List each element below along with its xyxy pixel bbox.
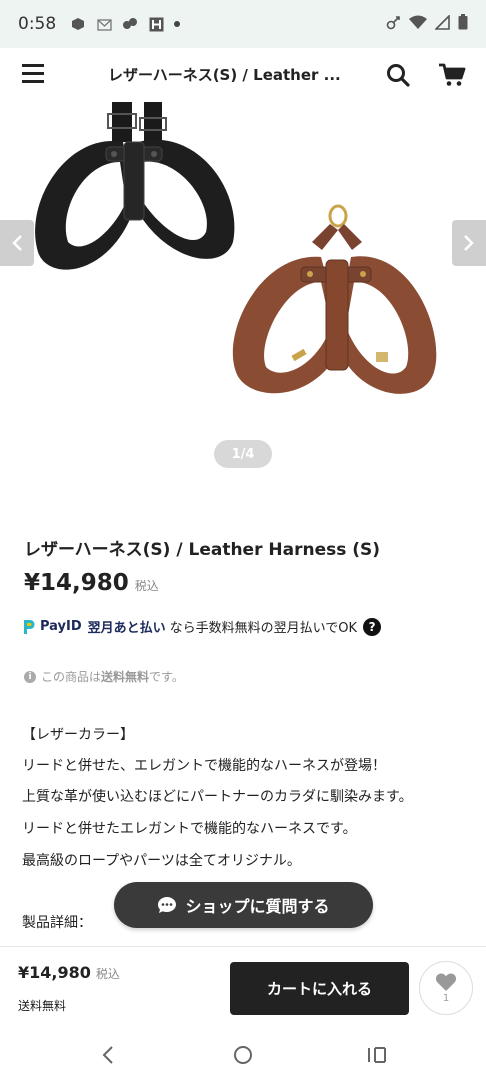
- payid-brand: PayID: [40, 619, 82, 634]
- purchase-bar: ¥14,980 税込 送料無料 カートに入れる 1: [0, 946, 486, 1030]
- chevron-right-icon: [464, 235, 474, 251]
- brown-harness-image: [232, 204, 437, 394]
- description-line: 上質な革が使い込むほどにパートナーのカラダに馴染みます。: [22, 789, 413, 805]
- price-row: ¥14,980 税込: [24, 570, 159, 596]
- description-line: リードと併せた、エレガントで機能的なハーネスが登場！: [22, 758, 386, 774]
- cart-icon[interactable]: [438, 62, 466, 88]
- product-image-carousel[interactable]: 1/4: [0, 102, 486, 482]
- page-title: レザーハーネス(S) / Leather ...: [108, 66, 341, 84]
- tax-label: 税込: [134, 579, 159, 593]
- system-navigation-bar: [0, 1030, 486, 1080]
- wifi-icon: [409, 15, 427, 34]
- bottom-tax-label: 税込: [95, 967, 120, 981]
- carousel-pager: 1/4: [214, 440, 272, 468]
- more-notifications-icon: [174, 21, 181, 27]
- app-h-icon: [148, 16, 164, 32]
- search-icon[interactable]: [385, 62, 411, 88]
- battery-icon: [458, 14, 468, 34]
- shipping-note-prefix: この商品は: [41, 670, 102, 684]
- heart-icon: [435, 973, 457, 991]
- favorite-button[interactable]: 1: [419, 961, 473, 1015]
- app-icon: [122, 16, 138, 32]
- signal-icon: [434, 13, 450, 34]
- favorite-count: 1: [442, 993, 450, 1004]
- link-icon: [386, 15, 401, 34]
- help-icon[interactable]: ?: [363, 617, 382, 636]
- chevron-left-icon: [12, 235, 22, 251]
- payid-logo-icon: [22, 619, 36, 635]
- status-bar: 0:58: [0, 0, 486, 48]
- app-header: レザーハーネス(S) / Leather ...: [0, 48, 486, 102]
- ask-shop-button[interactable]: ショップに質問する: [114, 882, 373, 928]
- description-line: 【レザーカラー】: [22, 727, 134, 743]
- home-icon[interactable]: [230, 1042, 256, 1068]
- chat-bubble-icon: [158, 897, 177, 913]
- description-line: 製品詳細：: [22, 915, 92, 931]
- hamburger-icon[interactable]: [22, 64, 44, 84]
- bottom-price: ¥14,980: [18, 963, 91, 982]
- product-title: レザーハーネス(S) / Leather Harness (S): [24, 540, 381, 560]
- shipping-note-emphasis: 送料無料: [101, 670, 150, 684]
- bottom-price-row: ¥14,980 税込: [18, 963, 120, 982]
- product-price: ¥14,980: [24, 570, 129, 596]
- description-line: 最高級のロープやパーツは全てオリジナル。: [22, 853, 301, 869]
- notification-icon: [70, 16, 86, 32]
- carousel-prev-button[interactable]: [0, 220, 34, 266]
- ask-shop-label: ショップに質問する: [185, 897, 330, 916]
- payid-text: なら手数料無料の翌月払いでOK: [169, 621, 358, 636]
- shipping-note: i この商品は 送料無料 です。: [24, 668, 184, 685]
- carousel-next-button[interactable]: [452, 220, 486, 266]
- mail-icon: [96, 16, 112, 32]
- add-to-cart-button[interactable]: カートに入れる: [230, 962, 409, 1015]
- payid-service: 翌月あと払い: [87, 621, 166, 636]
- bottom-shipping: 送料無料: [18, 999, 67, 1013]
- payid-banner: PayID 翌月あと払い なら手数料無料の翌月払いでOK ?: [22, 617, 382, 636]
- shipping-note-suffix: です。: [149, 670, 184, 684]
- black-harness-image: [35, 102, 235, 270]
- info-icon: i: [24, 670, 36, 683]
- recents-icon[interactable]: [364, 1042, 390, 1068]
- status-right: [386, 13, 468, 34]
- status-time: 0:58: [18, 14, 57, 34]
- description-line: リードと併せたエレガントで機能的なハーネスです。: [22, 821, 357, 837]
- back-icon[interactable]: [96, 1042, 122, 1068]
